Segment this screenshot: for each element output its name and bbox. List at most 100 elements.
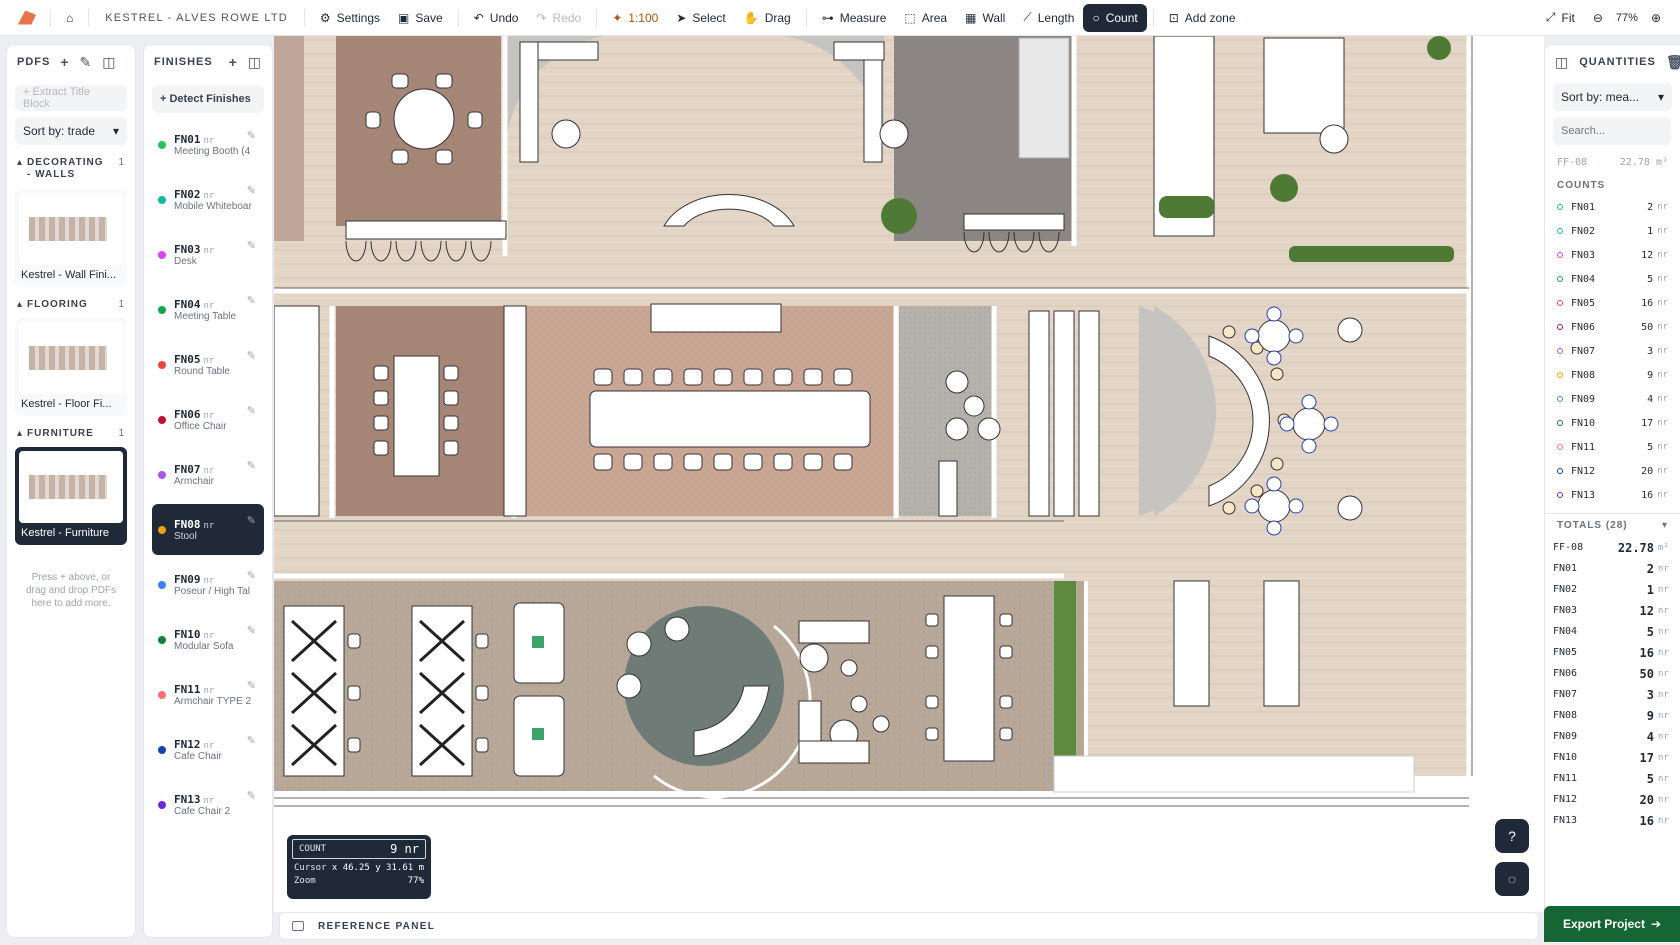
edit-pencil-icon[interactable]: ✎ <box>247 349 256 362</box>
edit-pencil-icon[interactable]: ✎ <box>247 734 256 747</box>
pdf-thumbnail-card[interactable]: Kestrel - Wall Fini... <box>15 189 127 287</box>
app-logo-icon[interactable] <box>18 10 36 25</box>
count-row-fn02[interactable]: FN02 1 nr <box>1545 219 1680 243</box>
edit-pencil-icon[interactable]: ✎ <box>247 569 256 582</box>
count-value: 50 <box>1641 321 1654 333</box>
edit-pencil-icon[interactable]: ✎ <box>247 129 256 142</box>
chat-button[interactable]: ◌ <box>1495 862 1529 896</box>
drawing-canvas[interactable] <box>274 36 1544 912</box>
totals-header[interactable]: TOTALS (28) ▾ <box>1545 513 1680 537</box>
finish-code: FN10 nr <box>174 628 258 641</box>
group-header[interactable]: ▴ FURNITURE 1 <box>13 424 129 443</box>
quantity-area-row[interactable]: FF-08 22.78 m² <box>1545 151 1680 172</box>
export-project-button[interactable]: Export Project ➔ <box>1544 906 1680 942</box>
finish-item-fn11[interactable]: FN11 nr Armchair TYPE 2 ✎ <box>152 669 264 720</box>
count-row-fn09[interactable]: FN09 4 nr <box>1545 387 1680 411</box>
finishes-header: FINISHES + ◫ <box>144 45 272 79</box>
floor-plan-drawing[interactable] <box>274 36 1544 912</box>
count-code: FN10 <box>1571 417 1596 429</box>
count-row-fn06[interactable]: FN06 50 nr <box>1545 315 1680 339</box>
reference-panel-bar[interactable]: REFERENCE PANEL <box>279 912 1539 940</box>
area-tool-button[interactable]: ⬚ Area <box>895 4 956 32</box>
trash-icon[interactable]: 🗑 <box>1666 54 1680 71</box>
add-pdf-icon[interactable]: + <box>60 54 69 70</box>
finish-item-fn12[interactable]: FN12 nr Cafe Chair ✎ <box>152 724 264 775</box>
count-row-fn07[interactable]: FN07 3 nr <box>1545 339 1680 363</box>
finish-item-fn02[interactable]: FN02 nr Mobile Whiteboar ✎ <box>152 174 264 225</box>
area-value: 22.78 m² <box>1619 157 1668 168</box>
collapse-panel-icon[interactable]: ◫ <box>248 54 262 71</box>
zoom-out-button[interactable]: ⊖ <box>1584 4 1612 32</box>
count-row-fn04[interactable]: FN04 5 nr <box>1545 267 1680 291</box>
finish-item-fn05[interactable]: FN05 nr Round Table ✎ <box>152 339 264 390</box>
finish-item-fn13[interactable]: FN13 nr Cafe Chair 2 ✎ <box>152 779 264 830</box>
finish-code-text: FN06 <box>174 407 201 421</box>
settings-button[interactable]: ⚙ Settings <box>311 4 389 32</box>
measure-tool-button[interactable]: ⊶ Measure <box>813 4 896 32</box>
count-row-fn05[interactable]: FN05 16 nr <box>1545 291 1680 315</box>
finish-code: FN06 nr <box>174 408 258 421</box>
chair <box>743 453 763 471</box>
count-row-fn13[interactable]: FN13 16 nr <box>1545 483 1680 507</box>
drag-tool-button[interactable]: ✋ Drag <box>735 4 800 32</box>
collapse-panel-icon[interactable]: ◫ <box>102 54 116 71</box>
finish-item-fn01[interactable]: FN01 nr Meeting Booth (4 ✎ <box>152 119 264 170</box>
finish-item-fn10[interactable]: FN10 nr Modular Sofa ✎ <box>152 614 264 665</box>
toolbar-divider <box>50 8 51 27</box>
pdf-sort-select[interactable]: Sort by: trade ▾ <box>15 117 127 145</box>
edit-pencil-icon[interactable]: ✎ <box>247 624 256 637</box>
edit-pencil-icon[interactable]: ✎ <box>247 679 256 692</box>
finish-item-fn09[interactable]: FN09 nr Poseur / High Tal ✎ <box>152 559 264 610</box>
edit-icon[interactable]: ✎ <box>80 54 93 71</box>
finish-item-fn03[interactable]: FN03 nr Desk ✎ <box>152 229 264 280</box>
count-row-fn03[interactable]: FN03 12 nr <box>1545 243 1680 267</box>
finish-item-fn07[interactable]: FN07 nr Armchair ✎ <box>152 449 264 500</box>
chat-bubble-icon: ◌ <box>1507 871 1517 887</box>
pdf-thumbnail-card[interactable]: Kestrel - Floor Fi... <box>15 318 127 416</box>
detect-finishes-button[interactable]: + Detect Finishes <box>152 85 264 113</box>
collapse-panel-icon[interactable]: ◫ <box>1555 54 1569 71</box>
pdf-group-decorating: ▴ DECORATING - WALLS 1 Kestrel - Wall Fini… <box>13 153 129 287</box>
home-button[interactable]: ⌂ <box>57 4 82 32</box>
chair <box>743 368 763 386</box>
zoom-out-icon: ⊖ <box>1592 10 1603 25</box>
quantities-sort-select[interactable]: Sort by: mea... ▾ <box>1553 83 1672 111</box>
pdf-thumbnail-card-selected[interactable]: Kestrel - Furniture <box>15 447 127 545</box>
edit-pencil-icon[interactable]: ✎ <box>247 294 256 307</box>
floor-zone <box>274 36 304 241</box>
undo-button[interactable]: ↶ Undo <box>465 4 528 32</box>
fit-button[interactable]: ⤢ Fit <box>1537 4 1584 32</box>
count-row-fn08[interactable]: FN08 9 nr <box>1545 363 1680 387</box>
redo-button[interactable]: ↷ Redo <box>527 4 590 32</box>
finishes-panel: FINISHES + ◫ + Detect Finishes FN01 nr Mee… <box>143 44 273 938</box>
edit-pencil-icon[interactable]: ✎ <box>247 404 256 417</box>
add-zone-button[interactable]: ⊡ Add zone <box>1160 4 1245 32</box>
finish-item-fn04[interactable]: FN04 nr Meeting Table ✎ <box>152 284 264 335</box>
add-finish-icon[interactable]: + <box>229 54 238 70</box>
finish-item-fn06[interactable]: FN06 nr Office Chair ✎ <box>152 394 264 445</box>
save-button[interactable]: ▣ Save <box>389 4 452 32</box>
count-row-fn12[interactable]: FN12 20 nr <box>1545 459 1680 483</box>
length-tool-button[interactable]: ⟋ Length <box>1014 4 1083 32</box>
count-row-fn11[interactable]: FN11 5 nr <box>1545 435 1680 459</box>
edit-pencil-icon[interactable]: ✎ <box>247 459 256 472</box>
edit-pencil-icon[interactable]: ✎ <box>247 789 256 802</box>
quantities-search-input[interactable] <box>1553 117 1671 145</box>
edit-pencil-icon[interactable]: ✎ <box>247 239 256 252</box>
group-header[interactable]: ▴ DECORATING - WALLS 1 <box>13 153 129 185</box>
help-button[interactable]: ? <box>1495 819 1529 853</box>
group-header[interactable]: ▴ FLOORING 1 <box>13 295 129 314</box>
count-row-fn10[interactable]: FN10 17 nr <box>1545 411 1680 435</box>
select-tool-button[interactable]: ➤ Select <box>667 4 734 32</box>
zoom-in-button[interactable]: ⊕ <box>1642 4 1670 32</box>
wall-tool-button[interactable]: ▦ Wall <box>956 4 1014 32</box>
chair <box>683 368 703 386</box>
edit-pencil-icon[interactable]: ✎ <box>247 514 256 527</box>
count-row-fn01[interactable]: FN01 2 nr <box>1545 195 1680 219</box>
count-tool-button[interactable]: ○ Count <box>1083 3 1147 32</box>
extract-title-block-button[interactable]: + Extract Title Block <box>15 85 127 111</box>
finish-item-fn08[interactable]: FN08 nr Stool ✎ <box>152 504 264 555</box>
count-code: FN06 <box>1571 321 1596 333</box>
edit-pencil-icon[interactable]: ✎ <box>247 184 256 197</box>
scale-button[interactable]: ✦ 1:100 <box>603 4 667 32</box>
